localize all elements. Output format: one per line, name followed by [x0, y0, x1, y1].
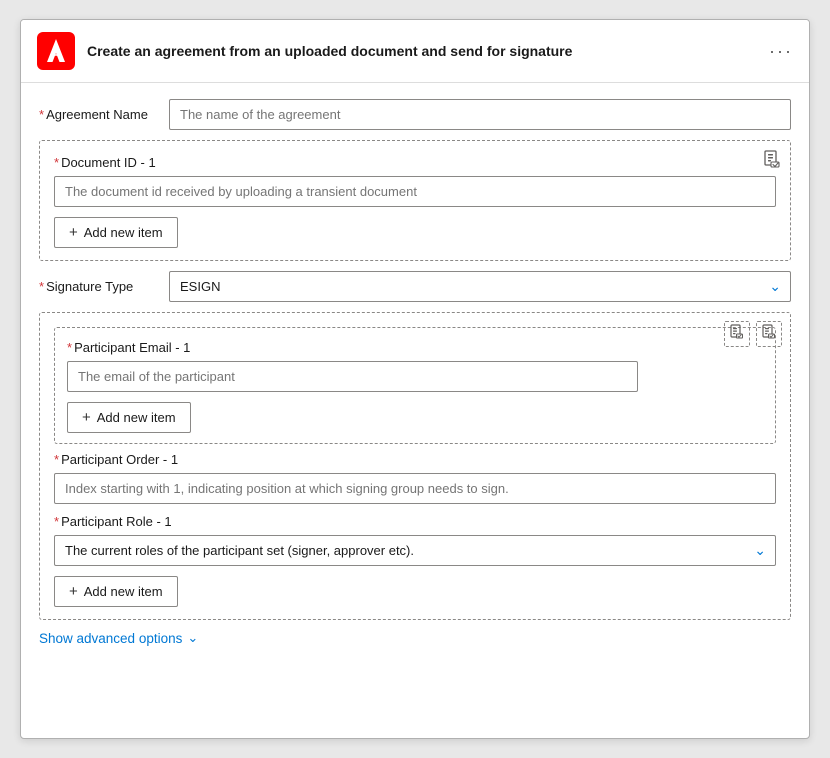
agreement-name-row: *Agreement Name	[39, 99, 791, 130]
document-id-section: *Document ID - 1 + Add new item	[39, 140, 791, 261]
participant-email-label: *Participant Email - 1	[67, 340, 763, 355]
header: Create an agreement from an uploaded doc…	[21, 20, 809, 83]
more-options-button[interactable]: ···	[769, 41, 793, 62]
document-id-input[interactable]	[54, 176, 776, 207]
participant-email-input[interactable]	[67, 361, 638, 392]
agreement-name-input[interactable]	[169, 99, 791, 130]
show-advanced-options-link[interactable]: Show advanced options ⌄	[39, 630, 791, 646]
document-id-icon[interactable]	[762, 149, 782, 174]
signature-type-row: *Signature Type ESIGN WRITTEN ⌄	[39, 271, 791, 302]
participant-section: *Participant Email - 1 + Add new item *P…	[39, 312, 791, 620]
plus-icon-2: +	[82, 409, 91, 426]
participant-icon-left[interactable]	[724, 321, 750, 347]
participant-add-label: Add new item	[84, 584, 163, 599]
plus-icon-3: +	[69, 583, 78, 600]
participant-order-label: *Participant Order - 1	[54, 452, 776, 467]
plus-icon: +	[69, 224, 78, 241]
signature-type-label: *Signature Type	[39, 279, 159, 294]
participant-email-add-item-button[interactable]: + Add new item	[67, 402, 191, 433]
participant-role-select-wrapper: The current roles of the participant set…	[54, 535, 776, 566]
participant-icon-right[interactable]	[756, 321, 782, 347]
participant-add-item-button[interactable]: + Add new item	[54, 576, 178, 607]
document-id-label: *Document ID - 1	[54, 155, 776, 170]
participant-role-row: *Participant Role - 1 The current roles …	[54, 514, 776, 566]
chevron-down-icon: ⌄	[187, 630, 198, 646]
header-title: Create an agreement from an uploaded doc…	[87, 43, 757, 59]
participant-order-input[interactable]	[54, 473, 776, 504]
agreement-name-label: *Agreement Name	[39, 107, 159, 122]
participant-email-section: *Participant Email - 1 + Add new item	[54, 327, 776, 444]
participant-order-row: *Participant Order - 1	[54, 452, 776, 504]
adobe-icon	[37, 32, 75, 70]
participant-role-label: *Participant Role - 1	[54, 514, 776, 529]
show-advanced-label: Show advanced options	[39, 631, 182, 646]
signature-type-select-wrapper: ESIGN WRITTEN ⌄	[169, 271, 791, 302]
participant-icons	[724, 321, 782, 347]
required-star: *	[39, 107, 44, 122]
signature-type-select[interactable]: ESIGN WRITTEN	[169, 271, 791, 302]
document-add-item-label: Add new item	[84, 225, 163, 240]
participant-email-add-label: Add new item	[97, 410, 176, 425]
participant-role-select[interactable]: The current roles of the participant set…	[54, 535, 776, 566]
document-add-item-button[interactable]: + Add new item	[54, 217, 178, 248]
main-card: Create an agreement from an uploaded doc…	[20, 19, 810, 739]
form-body: *Agreement Name *Document ID - 1 + Add n…	[21, 83, 809, 666]
